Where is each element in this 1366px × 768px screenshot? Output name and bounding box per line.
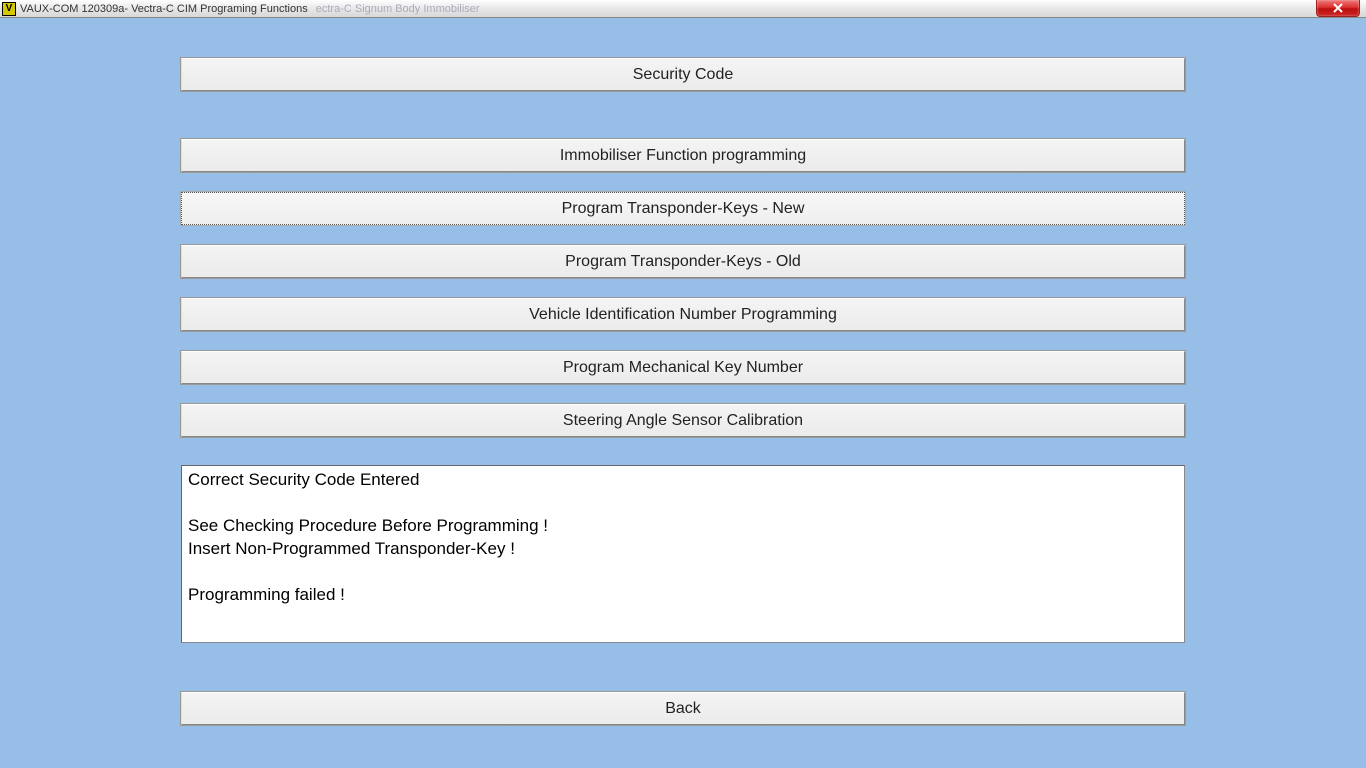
security-code-button[interactable]: Security Code (181, 58, 1185, 91)
back-button[interactable]: Back (181, 692, 1185, 725)
steering-calibration-button[interactable]: Steering Angle Sensor Calibration (181, 404, 1185, 437)
log-output[interactable] (181, 465, 1185, 643)
titlebar-ghost-menu: ectra-C Signum Body Immobiliser (316, 3, 480, 15)
vin-programming-button[interactable]: Vehicle Identification Number Programmin… (181, 298, 1185, 331)
immobiliser-programming-button[interactable]: Immobiliser Function programming (181, 139, 1185, 172)
mechanical-key-number-button[interactable]: Program Mechanical Key Number (181, 351, 1185, 384)
program-keys-new-button[interactable]: Program Transponder-Keys - New (181, 192, 1185, 225)
app-icon: V (2, 2, 16, 16)
titlebar: V VAUX-COM 120309a- Vectra-C CIM Program… (0, 0, 1366, 18)
program-keys-old-button[interactable]: Program Transponder-Keys - Old (181, 245, 1185, 278)
close-button[interactable] (1316, 0, 1360, 17)
window-title: VAUX-COM 120309a- Vectra-C CIM Programin… (20, 3, 308, 15)
close-icon (1332, 3, 1344, 13)
content-area: Security Code Immobiliser Function progr… (0, 18, 1366, 725)
